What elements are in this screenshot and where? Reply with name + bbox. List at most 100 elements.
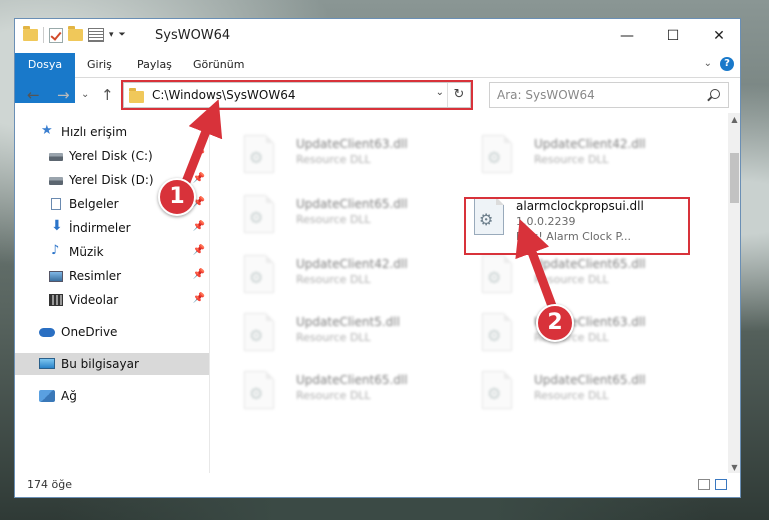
dll-file-icon [244, 371, 274, 409]
tiles-view-icon[interactable] [715, 479, 727, 490]
sidebar-item-downloads[interactable]: ⬇ İndirmeler 📌 [15, 217, 209, 239]
maximize-button[interactable]: ☐ [650, 19, 696, 53]
sidebar-item-quick-access[interactable]: ★ Hızlı erişim [15, 121, 209, 143]
sidebar-item-label: İndirmeler [69, 221, 131, 235]
file-description: Plus! Alarm Clock P... [516, 230, 631, 243]
list-item[interactable]: UpdateClient5.dll Resource DLL [226, 307, 446, 357]
music-icon: ♪ [51, 243, 60, 258]
dll-file-icon [244, 255, 274, 293]
address-path[interactable]: C:\Windows\SysWOW64 [152, 88, 296, 102]
file-name: UpdateClient65.dll [296, 373, 408, 387]
dll-file-icon [244, 195, 274, 233]
customize-toolbar-icon[interactable]: ⏷ [119, 30, 126, 40]
scroll-up-icon[interactable]: ▲ [728, 113, 740, 127]
expand-ribbon-icon[interactable]: ⌄ [704, 58, 712, 69]
tab-share[interactable]: Paylaş [127, 53, 182, 77]
list-item[interactable]: UpdateClient65.dll Resource DLL [464, 249, 684, 299]
drive-icon [49, 177, 63, 185]
dll-file-icon [244, 313, 274, 351]
list-item[interactable]: UpdateClient42.dll Resource DLL [226, 249, 446, 299]
item-count: 174 öğe [27, 478, 72, 491]
dll-file-icon [474, 197, 504, 235]
title-bar: ▾ ⏷ SysWOW64 — ☐ ✕ [15, 19, 740, 53]
quick-access-toolbar: ▾ ⏷ [23, 26, 126, 43]
list-item[interactable]: UpdateClient65.dll Resource DLL [226, 189, 446, 239]
properties-list-icon[interactable] [88, 28, 104, 42]
sidebar-item-network[interactable]: Ağ [15, 385, 209, 407]
refresh-icon[interactable]: ↻ [447, 83, 470, 107]
toolbar-separator [43, 27, 44, 43]
network-icon [39, 390, 55, 402]
list-item-alarmclockpropsui[interactable]: alarmclockpropsui.dll 1.0.0.2239 Plus! A… [466, 191, 686, 243]
computer-icon [39, 358, 55, 369]
list-item[interactable]: UpdateClient63.dll Resource DLL [464, 307, 684, 357]
file-name: UpdateClient65.dll [534, 373, 646, 387]
step-badge-1: 1 [158, 178, 196, 216]
close-button[interactable]: ✕ [696, 19, 740, 53]
pin-icon[interactable]: 📌 [193, 293, 205, 304]
file-name: UpdateClient42.dll [296, 257, 408, 271]
forward-arrow-icon[interactable]: → [57, 86, 70, 104]
file-description: Resource DLL [296, 273, 371, 286]
star-icon: ★ [41, 123, 53, 138]
details-view-icon[interactable] [698, 479, 710, 490]
help-icon[interactable]: ? [720, 57, 734, 71]
pictures-icon [49, 271, 63, 282]
list-item[interactable]: UpdateClient65.dll Resource DLL [464, 365, 684, 415]
chevron-down-icon[interactable]: ▾ [109, 30, 114, 40]
new-folder-icon[interactable] [68, 26, 83, 41]
drive-icon [49, 153, 63, 161]
sidebar-item-label: OneDrive [61, 325, 118, 339]
folder-icon[interactable] [23, 26, 38, 41]
file-name: UpdateClient5.dll [296, 315, 400, 329]
search-box[interactable]: Ara: SysWOW64 [489, 82, 729, 108]
sidebar-item-pictures[interactable]: Resimler 📌 [15, 265, 209, 287]
list-item[interactable]: UpdateClient65.dll Resource DLL [226, 365, 446, 415]
file-name: UpdateClient63.dll [296, 137, 408, 151]
window-title: SysWOW64 [155, 28, 231, 43]
list-item[interactable]: UpdateClient63.dll Resource DLL [226, 129, 446, 179]
sidebar-item-onedrive[interactable]: OneDrive [15, 321, 209, 343]
tab-view[interactable]: Görünüm [183, 53, 254, 77]
sidebar-item-label: Resimler [69, 269, 122, 283]
sidebar-item-local-disk-c[interactable]: Yerel Disk (C:) 📌 [15, 145, 209, 167]
search-input[interactable]: Ara: SysWOW64 [497, 88, 595, 102]
pin-icon[interactable]: 📌 [193, 173, 205, 184]
back-arrow-icon[interactable]: ← [27, 86, 40, 104]
scrollbar-thumb[interactable] [730, 153, 739, 203]
sidebar-item-videos[interactable]: Videolar 📌 [15, 289, 209, 311]
properties-check-icon[interactable] [49, 27, 63, 43]
sidebar-item-label: Hızlı erişim [61, 125, 128, 139]
navigation-pane: ★ Hızlı erişim Yerel Disk (C:) 📌 Yerel D… [15, 113, 209, 475]
file-description: Resource DLL [296, 153, 371, 166]
status-bar: 174 öğe [15, 473, 740, 497]
sidebar-item-label: Bu bilgisayar [61, 357, 139, 371]
list-item[interactable]: UpdateClient42.dll Resource DLL [464, 129, 684, 179]
recent-locations-icon[interactable]: ⌄ [81, 89, 89, 100]
file-description: Resource DLL [296, 213, 371, 226]
up-arrow-icon[interactable]: ↑ [101, 86, 114, 104]
dll-file-icon [482, 255, 512, 293]
sidebar-item-label: Yerel Disk (D:) [69, 173, 154, 187]
explorer-window: ▾ ⏷ SysWOW64 — ☐ ✕ Dosya Giriş Paylaş Gö… [14, 18, 741, 498]
pin-icon[interactable]: 📌 [193, 245, 205, 256]
dll-file-icon [244, 135, 274, 173]
minimize-button[interactable]: — [604, 19, 650, 53]
cloud-icon [39, 328, 55, 337]
file-name: alarmclockpropsui.dll [516, 199, 644, 213]
sidebar-item-music[interactable]: ♪ Müzik 📌 [15, 241, 209, 263]
address-bar[interactable]: C:\Windows\SysWOW64 ⌄ ↻ [123, 82, 471, 108]
chevron-down-icon[interactable]: ⌄ [436, 87, 444, 98]
vertical-scrollbar[interactable]: ▲ ▼ [728, 113, 740, 475]
pin-icon[interactable]: 📌 [193, 149, 205, 160]
dll-file-icon [482, 371, 512, 409]
file-description: Resource DLL [534, 273, 609, 286]
file-description: Resource DLL [534, 153, 609, 166]
pin-icon[interactable]: 📌 [193, 221, 205, 232]
tab-home[interactable]: Giriş [77, 53, 122, 77]
search-icon[interactable] [710, 89, 720, 99]
sidebar-item-label: Müzik [69, 245, 104, 259]
sidebar-item-this-pc[interactable]: Bu bilgisayar [15, 353, 209, 375]
pin-icon[interactable]: 📌 [193, 269, 205, 280]
ribbon-tabs: Dosya Giriş Paylaş Görünüm ⌄ ? [15, 53, 740, 103]
